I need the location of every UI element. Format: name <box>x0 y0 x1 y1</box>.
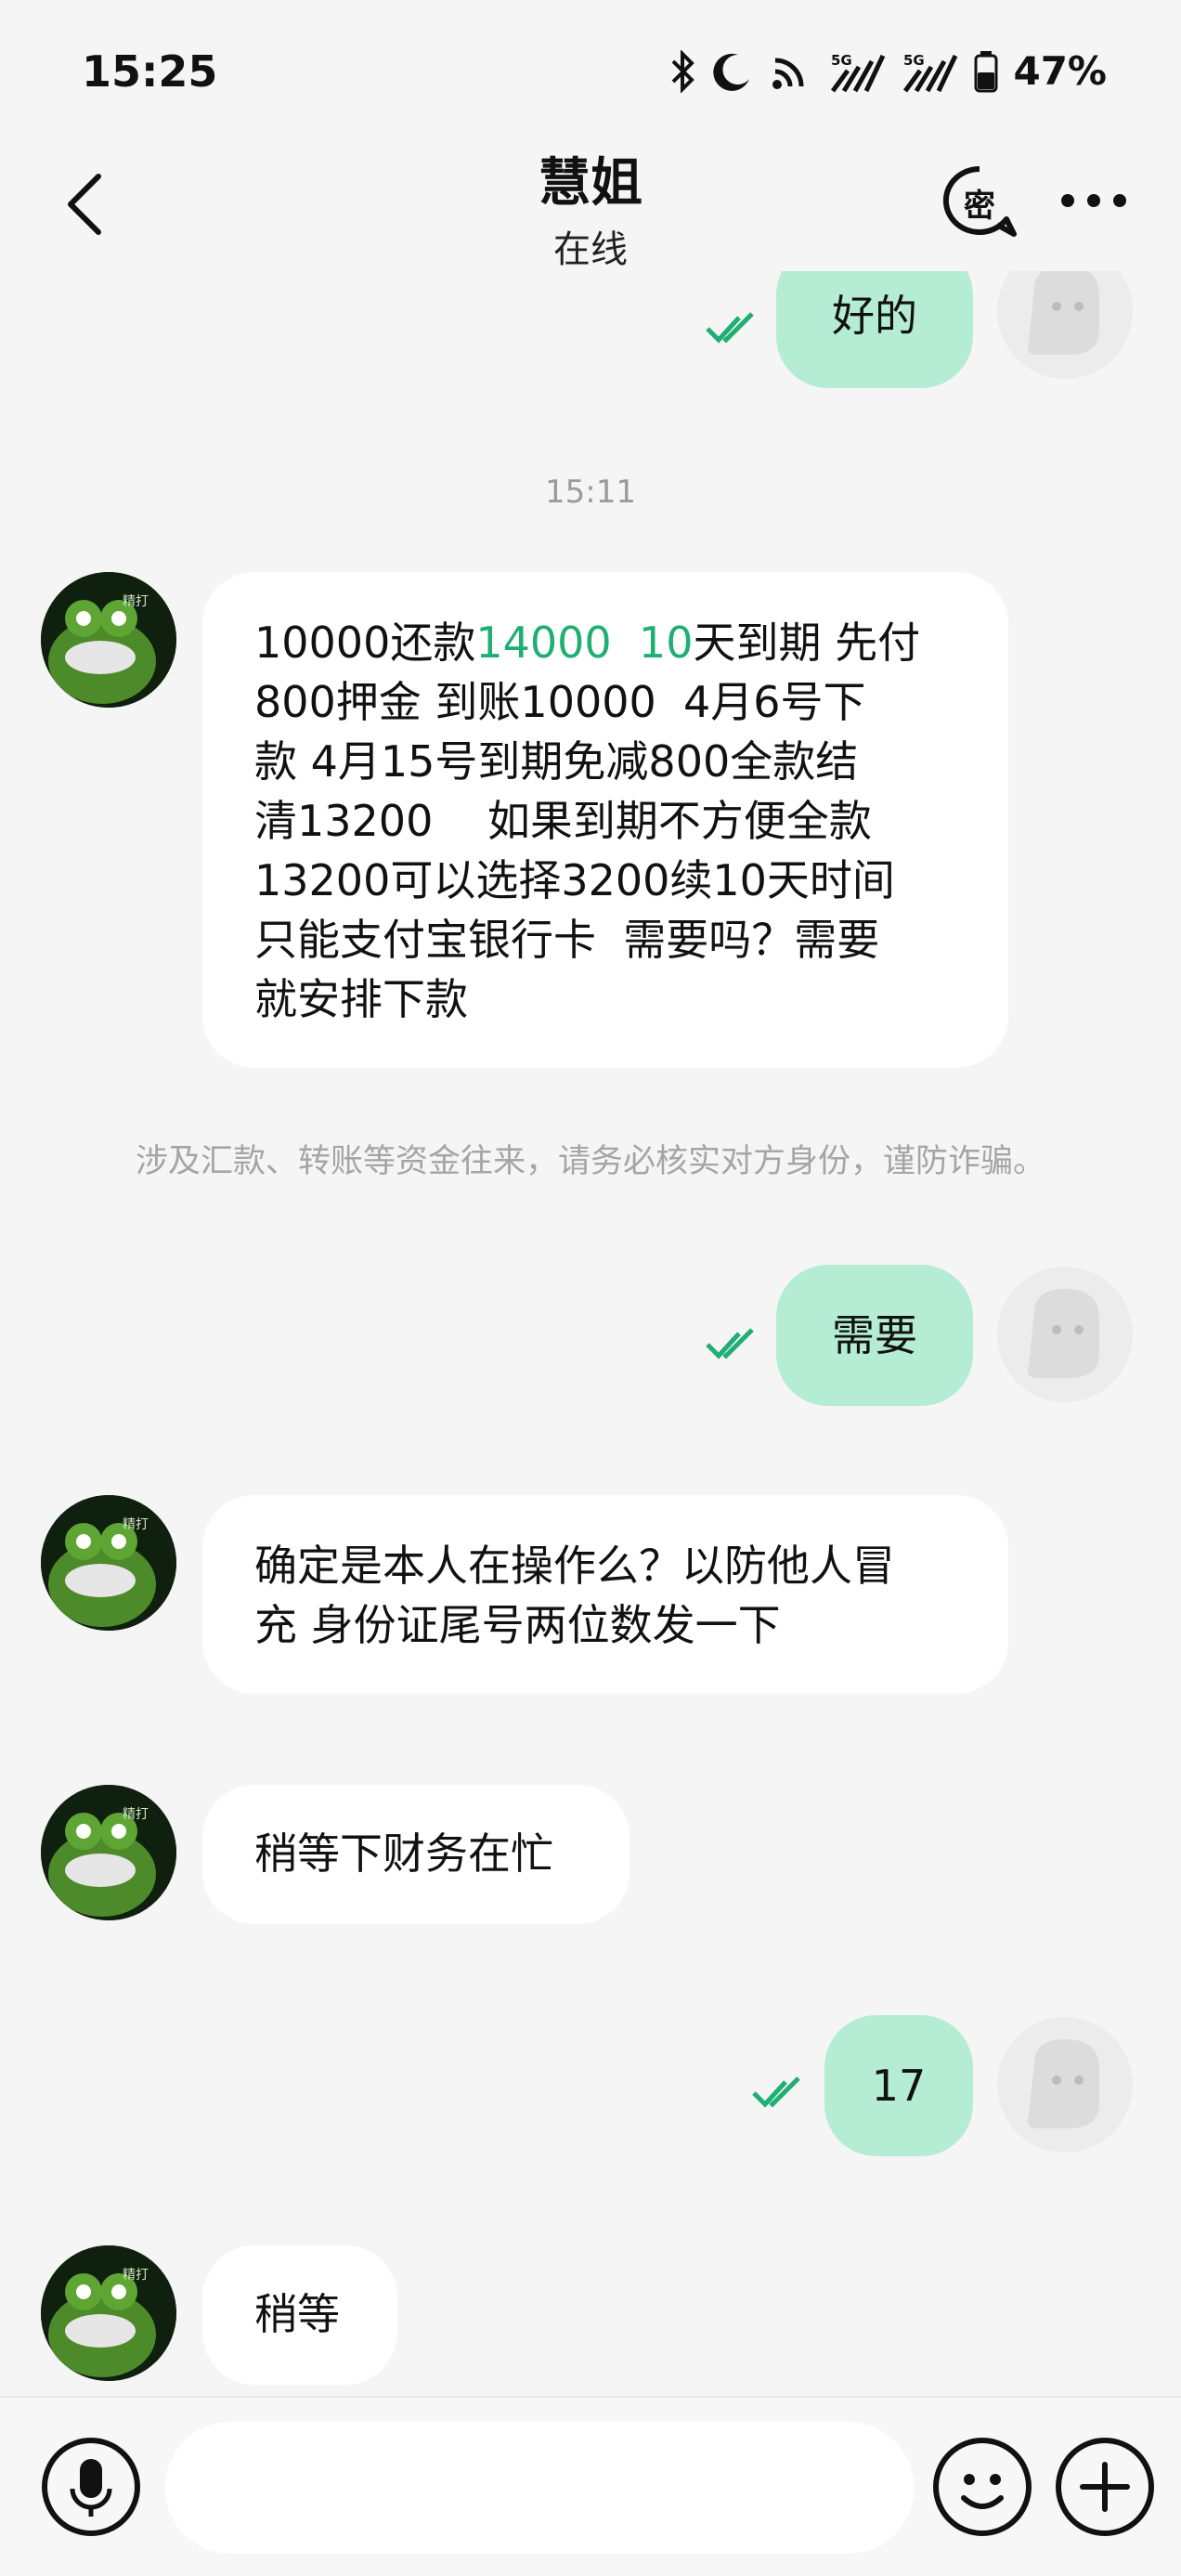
contact-avatar[interactable]: 精打 <box>41 1495 176 1631</box>
read-receipt-icon <box>706 1328 754 1360</box>
frog-avatar-icon: 精打 <box>41 572 176 708</box>
message-bubble-incoming[interactable]: 稍等 <box>202 2245 397 2385</box>
secret-chat-button[interactable]: 密 <box>940 163 1019 240</box>
message-bubble-incoming[interactable]: 稍等下财务在忙 <box>202 1785 629 1924</box>
battery-icon <box>974 50 998 92</box>
svg-text:精打: 精打 <box>123 1516 149 1532</box>
message-text: 10000还款 <box>254 618 476 668</box>
avatar-ghost-icon <box>1027 1289 1099 1378</box>
bluetooth-icon <box>672 49 695 93</box>
avatar-ghost-icon <box>1027 2039 1099 2128</box>
contact-avatar[interactable]: 精打 <box>41 2245 176 2381</box>
microphone-icon <box>42 2438 140 2536</box>
battery-percent: 47% <box>1013 48 1107 94</box>
message-text: 天到期 先付 800押金 到账10000 4月6号下 款 4月15号到期免减80… <box>254 618 921 1024</box>
more-actions-button[interactable] <box>1053 2435 1157 2539</box>
message-bubble-outgoing[interactable]: 17 <box>824 2015 973 2156</box>
secret-chat-label: 密 <box>964 188 995 225</box>
plus-icon <box>1056 2438 1154 2536</box>
signal-5g-icon: 5G <box>831 52 886 92</box>
frog-avatar-icon: 精打 <box>41 2245 176 2381</box>
svg-text:5G: 5G <box>831 52 852 69</box>
contact-avatar[interactable]: 精打 <box>41 572 176 708</box>
message-highlight: 14000 10 <box>475 618 694 668</box>
my-avatar[interactable] <box>997 1267 1133 1402</box>
svg-text:精打: 精打 <box>123 1806 149 1822</box>
svg-text:精打: 精打 <box>123 2267 149 2283</box>
my-avatar[interactable] <box>997 271 1133 379</box>
avatar-ghost-icon <box>1027 271 1099 355</box>
emoji-icon <box>933 2438 1032 2536</box>
read-receipt-icon <box>752 2076 800 2108</box>
frog-avatar-icon: 精打 <box>41 1495 176 1631</box>
svg-text:精打: 精打 <box>123 593 149 609</box>
message-timestamp: 15:11 <box>545 474 636 511</box>
message-bubble-outgoing[interactable]: 好的 <box>776 271 973 388</box>
status-time: 15:25 <box>82 46 218 97</box>
message-bubble-incoming[interactable]: 确定是本人在操作么？以防他人冒 充 身份证尾号两位数发一下 <box>202 1495 1008 1694</box>
message-input[interactable] <box>165 2422 914 2554</box>
voice-input-button[interactable] <box>39 2435 143 2539</box>
status-icons: 5G 5G 47% <box>669 48 1107 94</box>
read-receipt-icon <box>706 312 754 344</box>
more-options-icon[interactable] <box>1058 182 1129 219</box>
frog-avatar-icon: 精打 <box>41 1785 176 1920</box>
message-bubble-incoming[interactable]: 10000还款14000 10天到期 先付 800押金 到账10000 4月6号… <box>202 572 1008 1068</box>
fraud-warning: 涉及汇款、转账等资金往来，请务必核实对方身份，谨防诈骗。 <box>135 1143 1045 1180</box>
my-avatar[interactable] <box>997 2017 1133 2153</box>
wifi-icon <box>772 58 804 89</box>
svg-text:5G: 5G <box>903 52 925 69</box>
message-bubble-outgoing[interactable]: 需要 <box>776 1265 973 1406</box>
signal-5g-icon: 5G <box>903 52 958 92</box>
emoji-button[interactable] <box>930 2435 1034 2539</box>
contact-avatar[interactable]: 精打 <box>41 1785 176 1920</box>
moon-icon <box>713 53 750 91</box>
